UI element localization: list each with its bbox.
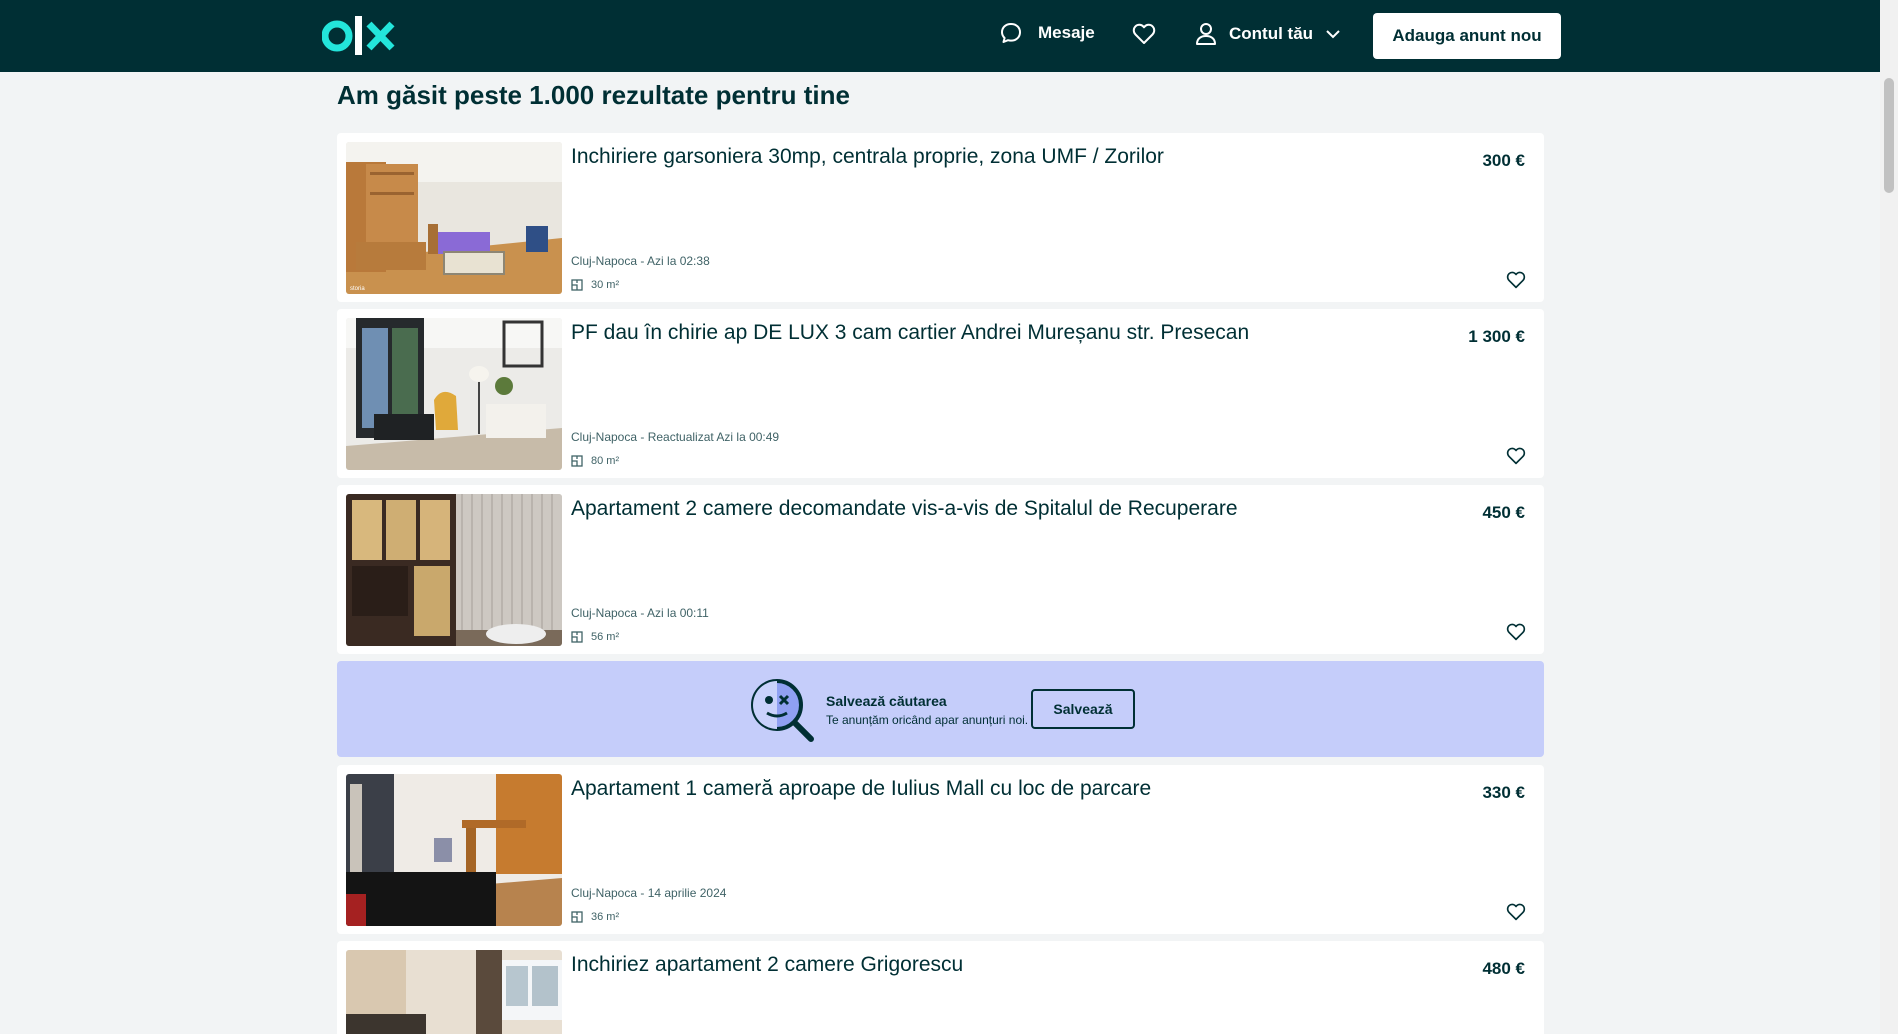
favorite-button[interactable] [1506, 271, 1526, 294]
save-search-title: Salvează căutarea [826, 693, 947, 709]
save-search-subtitle: Te anunțăm oricând apar anunțuri noi. [826, 713, 1029, 727]
listing-photo[interactable] [346, 494, 562, 646]
listing-price: 300 € [1482, 151, 1525, 170]
listing-location-date: Cluj-Napoca - Azi la 00:11 [571, 606, 709, 620]
floor-plan-icon [571, 631, 583, 643]
listing-title[interactable]: Inchiriez apartament 2 camere Grigorescu [571, 953, 963, 977]
top-bar: Mesaje Contul tău Adauga anunt nou [0, 0, 1880, 72]
favorites-link[interactable] [1132, 23, 1156, 50]
listing-photo-room-5 [346, 950, 562, 1034]
save-search-banner: Salvează căutarea Te anunțăm oricând apa… [337, 661, 1544, 757]
results-title: Am găsit peste 1.000 rezultate pentru ti… [337, 80, 850, 110]
listing-card[interactable]: PF dau în chirie ap DE LUX 3 cam cartier… [337, 309, 1544, 478]
messages-link[interactable]: Mesaje [1000, 22, 1095, 44]
listing-price: 450 € [1482, 503, 1525, 522]
listing-card[interactable]: storia Inchiriere garsoniera 30mp, centr… [337, 133, 1544, 302]
listing-title[interactable]: Inchiriere garsoniera 30mp, centrala pro… [571, 145, 1164, 169]
listing-location-date: Cluj-Napoca - Reactualizat Azi la 00:49 [571, 430, 780, 444]
search-magnifier-icon [751, 679, 814, 742]
listing-area-value: 56 m² [591, 631, 620, 643]
photo-watermark: storia [350, 286, 365, 292]
listing-area: 56 m² [571, 631, 619, 643]
favorite-button[interactable] [1506, 447, 1526, 470]
listing-title[interactable]: PF dau în chirie ap DE LUX 3 cam cartier… [571, 321, 1249, 345]
save-search-button[interactable]: Salvează [1031, 689, 1135, 729]
messages-label: Mesaje [1038, 23, 1095, 42]
listing-photo-room-2 [346, 318, 562, 470]
listing-price: 330 € [1482, 783, 1525, 802]
listing-location-date: Cluj-Napoca - 14 aprilie 2024 [571, 886, 727, 900]
listing-price: 1 300 € [1468, 327, 1525, 346]
listing-photo[interactable] [346, 318, 562, 470]
listing-photo[interactable] [346, 774, 562, 926]
favorite-button[interactable] [1506, 903, 1526, 926]
heart-icon [1506, 447, 1526, 465]
user-icon [1196, 23, 1216, 45]
listing-title[interactable]: Apartament 1 cameră aproape de Iulius Ma… [571, 777, 1151, 801]
page-scrollbar[interactable] [1880, 0, 1898, 1034]
listing-area-value: 30 m² [591, 279, 620, 291]
post-ad-button[interactable]: Adauga anunt nou [1373, 13, 1561, 59]
heart-icon [1132, 23, 1156, 44]
heart-icon [1506, 271, 1526, 289]
scrollbar-thumb[interactable] [1884, 78, 1894, 193]
chevron-down-icon [1326, 30, 1340, 39]
listing-card[interactable]: Apartament 1 cameră aproape de Iulius Ma… [337, 765, 1544, 934]
listing-area-value: 36 m² [591, 911, 620, 923]
floor-plan-icon [571, 911, 583, 923]
listing-photo[interactable] [346, 950, 562, 1034]
floor-plan-icon [571, 455, 583, 467]
listing-area: 80 m² [571, 455, 619, 467]
chat-bubble-icon [1001, 23, 1021, 43]
listing-price: 480 € [1482, 959, 1525, 978]
listing-area-value: 80 m² [591, 455, 620, 467]
olx-logo[interactable] [322, 14, 396, 58]
listing-photo-room-3 [346, 494, 562, 646]
favorite-button[interactable] [1506, 623, 1526, 646]
listing-photo[interactable]: storia [346, 142, 562, 294]
listing-card[interactable]: Apartament 2 camere decomandate vis-a-vi… [337, 485, 1544, 654]
heart-icon [1506, 903, 1526, 921]
listing-location-date: Cluj-Napoca - Azi la 02:38 [571, 254, 710, 268]
listing-title[interactable]: Apartament 2 camere decomandate vis-a-vi… [571, 497, 1238, 521]
listing-photo-room-1: storia [346, 142, 562, 294]
account-label: Contul tău [1229, 24, 1314, 43]
listing-area: 36 m² [571, 911, 619, 923]
listing-card[interactable]: Inchiriez apartament 2 camere Grigorescu… [337, 941, 1544, 1034]
heart-icon [1506, 623, 1526, 641]
floor-plan-icon [571, 279, 583, 291]
listing-photo-room-4 [346, 774, 562, 926]
account-menu[interactable]: Contul tău [1195, 22, 1341, 46]
listing-area: 30 m² [571, 279, 619, 291]
